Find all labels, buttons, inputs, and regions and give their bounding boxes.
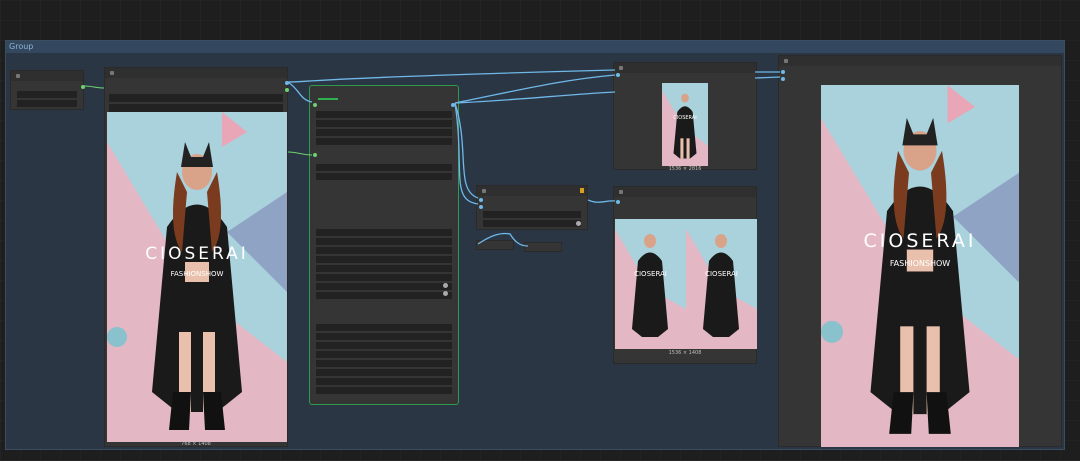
image-select-widget[interactable] [109,94,283,102]
widget-row[interactable] [316,351,452,358]
toggle-knob[interactable] [443,291,448,296]
input-port[interactable] [616,200,620,204]
node-reroute[interactable] [524,242,562,252]
widget-row[interactable] [316,238,452,245]
widget-row[interactable] [316,164,452,171]
widget-row[interactable] [316,378,452,385]
node-preview-large[interactable]: CIOSERAI FASHIONSHOW [778,55,1062,447]
widget-row[interactable] [17,91,77,98]
widget-row[interactable] [316,387,452,394]
widget-row[interactable] [17,100,77,107]
input-port[interactable] [479,205,483,209]
subtitle-text: FASHIONSHOW [170,270,224,278]
brand-text: CIOSERAI [673,115,697,121]
widget-row[interactable] [316,120,452,127]
input-port[interactable] [479,198,483,202]
widget-row[interactable] [316,129,452,136]
collapse-icon[interactable] [619,66,623,70]
large-preview-image: CIOSERAI FASHIONSHOW [821,85,1019,447]
node-header[interactable] [614,187,756,197]
node-header[interactable] [105,68,287,78]
widget-row[interactable] [316,265,452,272]
widget-row[interactable] [316,324,452,331]
progress-bar [318,98,338,100]
widget-row[interactable] [316,292,452,299]
widget-row[interactable] [316,247,452,254]
output-port[interactable] [451,103,455,107]
node-header[interactable] [614,63,756,73]
node-preview-small[interactable]: CIOSERAI 1536 × 2816 [613,62,757,172]
toggle-knob[interactable] [443,283,448,288]
input-port[interactable] [616,73,620,77]
input-port[interactable] [781,70,785,74]
widget-row[interactable] [316,256,452,263]
node-load-image[interactable]: CIOSERAI FASHIONSHOW 768 × 1408 [104,67,289,447]
widget-row[interactable] [483,211,581,218]
warning-icon [580,188,584,193]
image-size-caption: 1536 × 1408 [668,350,702,356]
widget-row[interactable] [316,138,452,145]
toggle-knob[interactable] [576,221,581,226]
load-image-preview: CIOSERAI FASHIONSHOW [107,112,287,442]
brand-text-left: CIOSERAI [634,270,667,278]
input-port[interactable] [313,153,317,157]
collapse-icon[interactable] [110,71,114,75]
input-port[interactable] [781,77,785,81]
widget-row[interactable] [316,229,452,236]
input-port[interactable] [313,103,317,107]
widget-row[interactable] [316,111,452,118]
collapse-icon[interactable] [482,189,486,193]
image-size-caption: 768 × 1408 [181,441,211,447]
output-port[interactable] [285,88,289,92]
node-reroute[interactable] [476,240,514,250]
group-title: Group [9,42,34,51]
widget-row[interactable] [316,360,452,367]
widget-row[interactable] [316,333,452,340]
node-header[interactable] [11,71,83,81]
brand-text-right: CIOSERAI [705,270,738,278]
node-header[interactable] [779,56,1061,66]
node-preview-compare[interactable]: CIOSERAI CIOSERAI 1536 × 1408 [613,186,757,364]
node-image-op[interactable] [476,185,588,230]
subtitle-text: FASHIONSHOW [889,259,951,268]
widget-row[interactable] [316,342,452,349]
output-port[interactable] [81,85,85,89]
widget-row[interactable] [483,220,581,227]
brand-text: CIOSERAI [145,244,249,264]
widget-row[interactable] [316,173,452,180]
node-header[interactable] [477,186,587,196]
widget-row[interactable] [316,369,452,376]
fashion-photo [662,83,708,166]
collapse-icon[interactable] [619,190,623,194]
preview-image: CIOSERAI [662,83,708,166]
output-port[interactable] [285,81,289,85]
widget-row[interactable] [316,274,452,281]
collapse-icon[interactable] [16,74,20,78]
widget-row[interactable] [316,283,452,290]
fashion-photo-pair [615,219,757,349]
brand-text: CIOSERAI [863,230,977,252]
compare-image: CIOSERAI CIOSERAI [615,219,757,349]
node-canvas[interactable]: Group CIOSERAI FASHIONSHOW 768 × 1408 CI… [0,0,1080,461]
group-title-bar[interactable]: Group [6,41,1064,53]
image-size-caption: 1536 × 2816 [668,166,702,172]
collapse-icon[interactable] [784,59,788,63]
node-small-input[interactable] [10,70,85,110]
upload-widget[interactable] [109,104,283,112]
node-process-selected[interactable] [309,85,459,405]
